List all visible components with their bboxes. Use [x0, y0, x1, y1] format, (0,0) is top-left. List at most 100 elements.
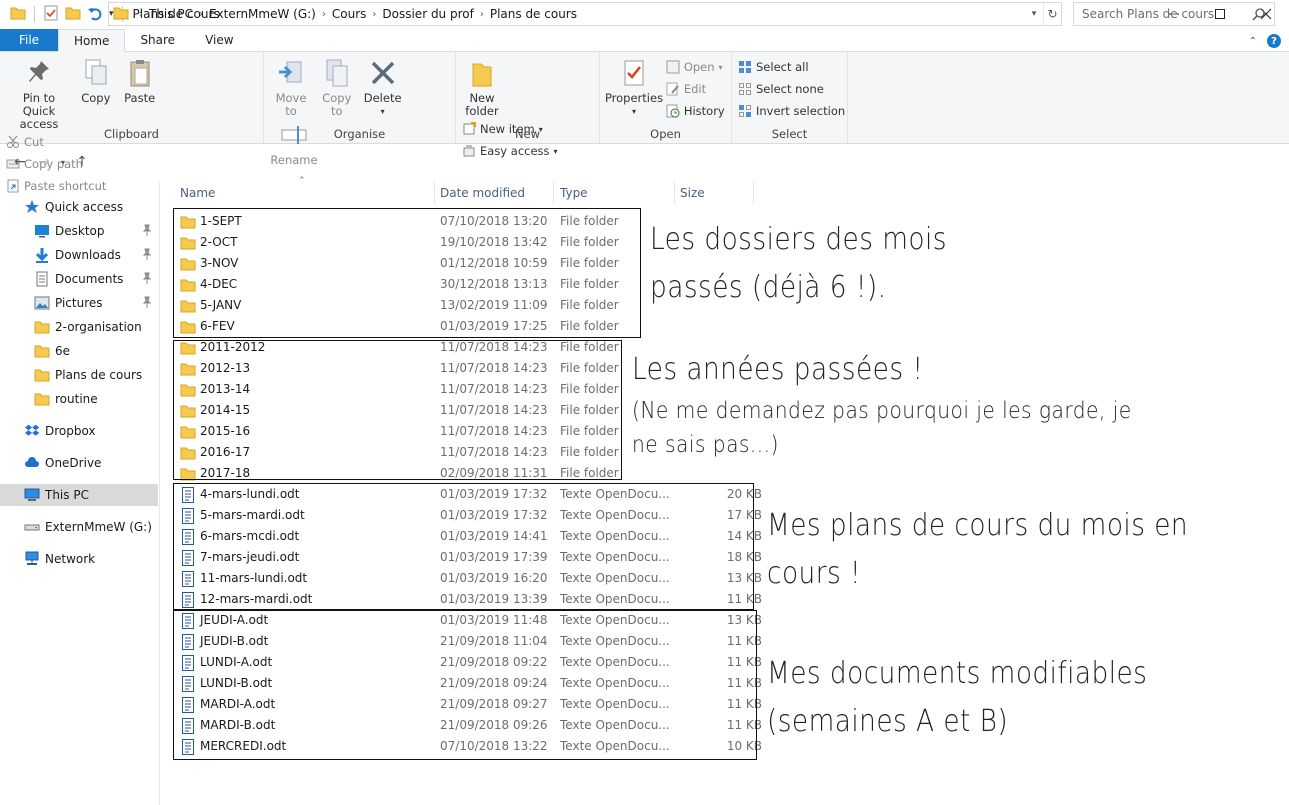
chevron-down-icon: ▾: [380, 107, 385, 116]
tab-home[interactable]: Home: [58, 29, 126, 52]
nav-routine[interactable]: routine: [0, 388, 158, 410]
pin-icon[interactable]: [142, 248, 152, 263]
new-group-label: New: [514, 127, 541, 141]
note-years-line2: (Ne me demandez pas pourquoi je les gard…: [632, 398, 1132, 424]
open-group-label: Open: [650, 127, 681, 141]
delete-x-icon: [367, 56, 399, 90]
delete-label: Delete: [363, 91, 402, 105]
select-small-buttons: Select all Select none Invert selection: [738, 58, 845, 120]
nav-desktop[interactable]: Desktop: [0, 220, 158, 242]
column-size[interactable]: Size: [680, 186, 705, 200]
copy-icon: [80, 56, 112, 90]
pin-icon[interactable]: [142, 296, 152, 311]
clipboard-group: Pin to Quick access Copy Paste Cut Copy …: [0, 52, 264, 193]
open-label: Open: [683, 60, 715, 74]
open-button[interactable]: Open ▾: [666, 58, 725, 76]
chevron-right-icon[interactable]: ›: [480, 9, 484, 20]
column-divider[interactable]: [753, 182, 754, 204]
edit-button[interactable]: Edit: [666, 80, 725, 98]
column-type[interactable]: Type: [560, 186, 588, 200]
nav-documents[interactable]: Documents: [0, 268, 158, 290]
back-button[interactable]: ←: [8, 154, 32, 170]
select-group: Select all Select none Invert selection …: [732, 52, 848, 144]
folder-icon: [34, 391, 50, 407]
select-none-button[interactable]: Select none: [738, 80, 845, 98]
column-name[interactable]: Name: [180, 186, 215, 200]
nav-pictures[interactable]: Pictures: [0, 292, 158, 314]
chevron-right-icon[interactable]: ›: [199, 9, 203, 20]
undo-icon[interactable]: [87, 5, 103, 24]
breadcrumb-plans-de-cours[interactable]: Plans de cours: [490, 7, 577, 21]
nav-downloads[interactable]: Downloads: [0, 244, 158, 266]
folder-icon: [34, 343, 50, 359]
nav-this-pc[interactable]: This PC: [0, 484, 158, 506]
tab-view[interactable]: View: [190, 29, 248, 51]
search-input[interactable]: Search Plans de cours: [1073, 2, 1275, 26]
breadcrumb-this-pc[interactable]: This PC: [149, 7, 193, 21]
select-none-icon: [738, 82, 752, 96]
chevron-right-icon[interactable]: ›: [372, 9, 376, 20]
nav-quick-access[interactable]: Quick access: [0, 196, 158, 218]
address-dropdown-button[interactable]: ▾: [1025, 9, 1043, 19]
paste-button[interactable]: Paste: [120, 56, 160, 105]
move-to-button[interactable]: Move to: [270, 56, 312, 118]
address-field[interactable]: › This PC › ExternMmeW (G:) › Cours › Do…: [108, 2, 1062, 26]
star-icon: [24, 199, 40, 215]
pin-to-quick-access-button[interactable]: Pin to Quick access: [6, 56, 72, 131]
copy-to-button[interactable]: Copy to: [316, 56, 358, 118]
refresh-button[interactable]: ↻: [1043, 3, 1061, 25]
nav-6e[interactable]: 6e: [0, 340, 158, 362]
up-button[interactable]: ↑: [70, 154, 94, 170]
invert-selection-button[interactable]: Invert selection: [738, 102, 845, 120]
note-years-line3: ne sais pas...): [632, 432, 779, 458]
properties-button[interactable]: Properties ▾: [605, 56, 663, 118]
clipboard-group-label: Clipboard: [104, 127, 159, 141]
paste-label: Paste: [124, 91, 156, 105]
ribbon-tabs: File Home Share View ⌃ ?: [0, 29, 1289, 52]
note-years-detail: (Ne me demandez pas pourquoi je les gard…: [632, 394, 1132, 462]
column-divider[interactable]: [674, 182, 675, 204]
recent-locations-button[interactable]: ▾: [56, 158, 70, 167]
nav-plans-de-cours[interactable]: Plans de cours: [0, 364, 158, 386]
tab-share[interactable]: Share: [125, 29, 190, 51]
tab-file[interactable]: File: [0, 29, 58, 51]
pin-icon[interactable]: [142, 272, 152, 287]
nav-onedrive[interactable]: OneDrive: [0, 452, 158, 474]
collapse-ribbon-icon[interactable]: ⌃: [1249, 36, 1257, 47]
breadcrumb-drive[interactable]: ExternMmeW (G:): [209, 7, 316, 21]
nav-network[interactable]: Network: [0, 548, 158, 570]
nav-dropbox[interactable]: Dropbox: [0, 420, 158, 442]
column-date-modified[interactable]: Date modified: [440, 186, 525, 200]
note-months-line2: passés (déjà 6 !).: [650, 270, 887, 305]
help-icon[interactable]: ?: [1267, 34, 1281, 48]
pin-icon[interactable]: [142, 224, 152, 239]
breadcrumb-cours[interactable]: Cours: [332, 7, 367, 21]
breadcrumb-dossier-du-prof[interactable]: Dossier du prof: [382, 7, 473, 21]
history-button[interactable]: History: [666, 102, 725, 120]
note-plans-line1: Mes plans de cours du mois en: [767, 508, 1189, 543]
new-folder-button[interactable]: New folder: [462, 56, 502, 118]
copy-button[interactable]: Copy: [76, 56, 116, 105]
nav-label: Network: [45, 552, 96, 566]
note-docs-line1: Mes documents modifiables: [767, 656, 1148, 691]
properties-check-icon[interactable]: [43, 5, 59, 24]
edit-icon: [666, 82, 680, 96]
nav-label: ExternMmeW (G:): [45, 520, 152, 534]
search-icon: [1252, 7, 1266, 24]
select-all-button[interactable]: Select all: [738, 58, 845, 76]
annotation-box-docs: [173, 610, 757, 760]
nav-2-organisation[interactable]: 2-organisation: [0, 316, 158, 338]
column-divider[interactable]: [434, 182, 435, 204]
history-icon: [666, 104, 680, 118]
nav-drive[interactable]: ExternMmeW (G:): [0, 516, 158, 538]
chevron-down-icon: ▾: [631, 107, 636, 116]
drive-icon: [24, 519, 40, 535]
delete-button[interactable]: Delete ▾: [362, 56, 404, 118]
column-divider[interactable]: [553, 182, 554, 204]
forward-button[interactable]: →: [32, 154, 56, 170]
ribbon-controls: ⌃ ?: [1249, 34, 1281, 48]
properties-icon: [618, 56, 650, 90]
new-folder-qat-icon[interactable]: [65, 5, 81, 24]
chevron-right-icon[interactable]: ›: [322, 9, 326, 20]
annotation-box-plans: [173, 483, 754, 610]
